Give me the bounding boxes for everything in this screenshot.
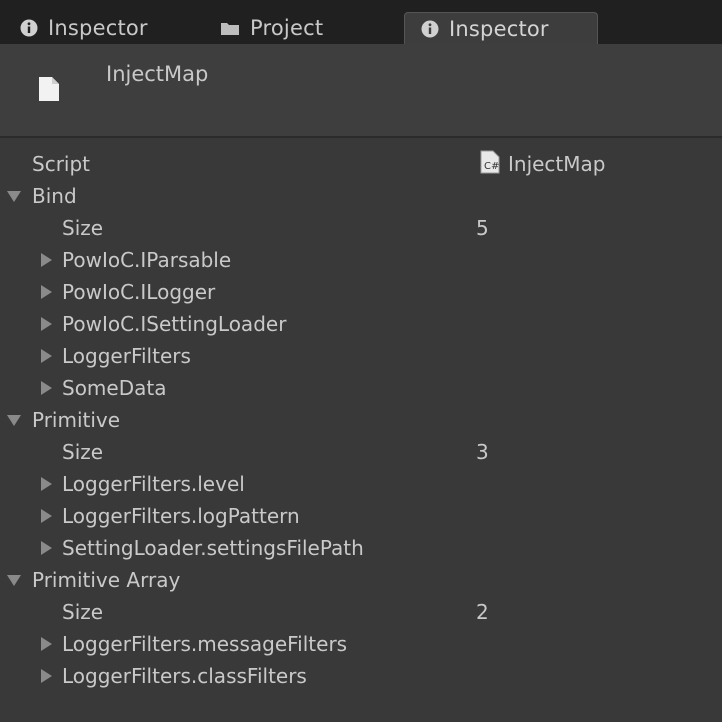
list-item[interactable]: SettingLoader.settingsFilePath [0,532,722,564]
list-item-label: SomeData [62,376,167,400]
foldout-closed-arrow-icon[interactable] [41,285,52,299]
foldout-closed-arrow-icon[interactable] [41,509,52,523]
foldout-closed-arrow-icon[interactable] [41,381,52,395]
list-item[interactable]: LoggerFilters.messageFilters [0,628,722,660]
size-label: Size [62,440,104,464]
header-title: InjectMap [106,62,209,86]
foldout-closed-arrow-icon[interactable] [41,637,52,651]
list-item[interactable]: PowIoC.ISettingLoader [0,308,722,340]
list-item-label: LoggerFilters.classFilters [62,664,307,688]
foldout-primitive-array[interactable]: Primitive Array [0,564,722,596]
size-field[interactable]: 2 [476,600,489,624]
foldout-bind[interactable]: Bind [0,180,722,212]
list-item[interactable]: PowIoC.ILogger [0,276,722,308]
inspector-header: InjectMap [0,44,722,138]
foldout-closed-arrow-icon[interactable] [41,253,52,267]
file-icon [38,76,60,106]
list-item-label: LoggerFilters.logPattern [62,504,300,528]
foldout-closed-arrow-icon[interactable] [41,477,52,491]
foldout-open-arrow-icon[interactable] [7,574,21,586]
list-item-label: LoggerFilters.messageFilters [62,632,348,656]
tab-project[interactable]: Project [220,12,323,44]
svg-text:C#: C# [484,161,499,172]
tab-label: Inspector [449,16,549,41]
foldout-open-arrow-icon[interactable] [7,414,21,426]
list-item[interactable]: PowIoC.IParsable [0,244,722,276]
foldout-closed-arrow-icon[interactable] [41,541,52,555]
primitive-size-row: Size 3 [0,436,722,468]
foldout-closed-arrow-icon[interactable] [41,669,52,683]
group-label-bind: Bind [32,184,77,208]
tab-label: Inspector [48,16,148,40]
list-item-label: SettingLoader.settingsFilePath [62,536,364,560]
info-icon [421,20,439,38]
inspector-content: Script C# InjectMap Bind Size 5 PowIoC.I… [0,138,722,722]
tab-bar: Inspector Project Inspector [0,0,722,44]
size-field[interactable]: 5 [476,216,489,240]
list-item-label: LoggerFilters [62,344,191,368]
csharp-script-icon: C# [480,150,500,179]
tab-inspector-1[interactable]: Inspector [20,12,148,44]
primitive-array-size-row: Size 2 [0,596,722,628]
group-label-primitive-array: Primitive Array [32,568,181,592]
script-field[interactable]: C# InjectMap [480,150,605,179]
foldout-closed-arrow-icon[interactable] [41,317,52,331]
script-row: Script C# InjectMap [0,148,722,180]
folder-icon [220,20,240,36]
list-item-label: PowIoC.ISettingLoader [62,312,287,336]
script-value: InjectMap [508,152,606,176]
list-item[interactable]: LoggerFilters.level [0,468,722,500]
foldout-closed-arrow-icon[interactable] [41,349,52,363]
foldout-open-arrow-icon[interactable] [7,190,21,202]
foldout-primitive[interactable]: Primitive [0,404,722,436]
size-label: Size [62,216,104,240]
list-item[interactable]: LoggerFilters.logPattern [0,500,722,532]
size-field[interactable]: 3 [476,440,489,464]
script-label: Script [32,152,91,176]
size-label: Size [62,600,104,624]
list-item-label: LoggerFilters.level [62,472,245,496]
tab-inspector-active[interactable]: Inspector [404,12,598,44]
list-item[interactable]: LoggerFilters [0,340,722,372]
tab-label: Project [250,16,324,40]
list-item-label: PowIoC.ILogger [62,280,216,304]
group-label-primitive: Primitive [32,408,121,432]
info-icon [20,19,38,37]
list-item[interactable]: SomeData [0,372,722,404]
list-item-label: PowIoC.IParsable [62,248,232,272]
list-item[interactable]: LoggerFilters.classFilters [0,660,722,692]
bind-size-row: Size 5 [0,212,722,244]
